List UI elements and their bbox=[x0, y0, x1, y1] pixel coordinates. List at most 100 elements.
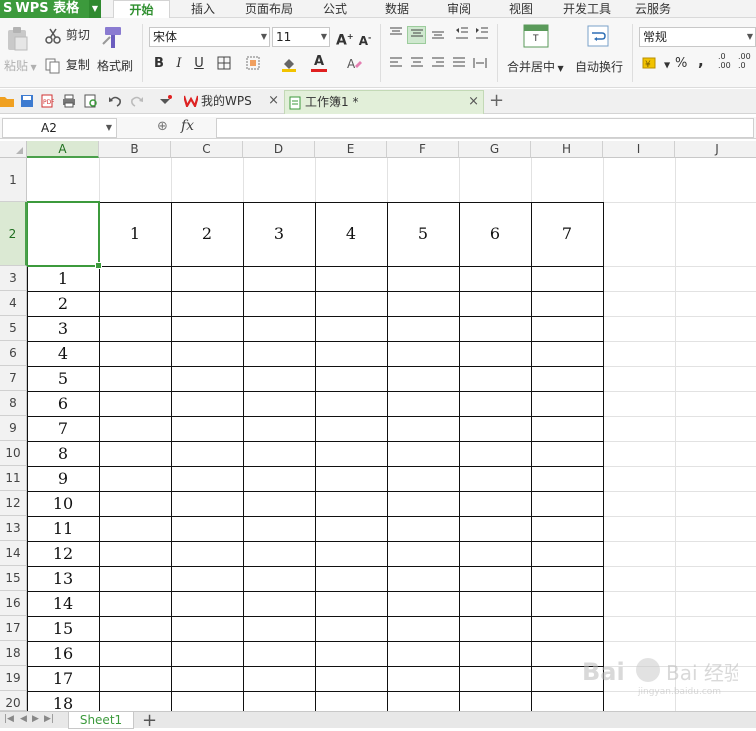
row-header-15[interactable]: 15 bbox=[0, 566, 27, 591]
distribute-button[interactable] bbox=[472, 57, 488, 73]
row-header-4[interactable]: 4 bbox=[0, 291, 27, 316]
open-folder-icon[interactable] bbox=[0, 94, 14, 108]
increase-decimal-button[interactable]: .0 .00 bbox=[718, 52, 736, 70]
row-header-3[interactable]: 3 bbox=[0, 266, 27, 291]
cell-grid[interactable]: 1 2 3 4 5 6 7 1 2 3 4 5 6 7 8 9 10 11 12 13 14 15 16 17 18 bbox=[27, 158, 756, 711]
column-header-g[interactable]: G bbox=[459, 141, 531, 158]
increase-indent-button[interactable] bbox=[474, 27, 490, 43]
format-painter-label[interactable]: 格式刷 bbox=[97, 57, 133, 74]
align-bottom-button[interactable] bbox=[430, 27, 446, 43]
decrease-font-button[interactable]: A- bbox=[357, 30, 373, 48]
close-tab-icon[interactable]: × bbox=[468, 91, 479, 113]
copy-button[interactable]: 复制 bbox=[44, 56, 90, 74]
row-header-13[interactable]: 13 bbox=[0, 516, 27, 541]
align-middle-button[interactable] bbox=[407, 26, 426, 44]
row-header-9[interactable]: 9 bbox=[0, 416, 27, 441]
select-all-button[interactable] bbox=[0, 141, 27, 158]
insert-function-button[interactable]: fx bbox=[181, 118, 194, 134]
tab-formulas[interactable]: 公式 bbox=[312, 0, 358, 18]
font-name-dropdown[interactable]: 宋体 ▼ bbox=[149, 27, 270, 47]
column-header-d[interactable]: D bbox=[243, 141, 315, 158]
row-header-1[interactable]: 1 bbox=[0, 158, 27, 202]
row-header-10[interactable]: 10 bbox=[0, 441, 27, 466]
customize-toolbar-icon[interactable] bbox=[158, 94, 172, 108]
tab-home[interactable]: 开始 bbox=[113, 0, 170, 19]
column-header-b[interactable]: B bbox=[99, 141, 171, 158]
row-header-7[interactable]: 7 bbox=[0, 366, 27, 391]
row-header-17[interactable]: 17 bbox=[0, 616, 27, 641]
row-header-16[interactable]: 16 bbox=[0, 591, 27, 616]
align-top-button[interactable] bbox=[388, 27, 404, 43]
row-header-20[interactable]: 20 bbox=[0, 691, 27, 711]
currency-format-button[interactable]: ¥ ▼ bbox=[642, 56, 670, 72]
tab-page-layout[interactable]: 页面布局 bbox=[238, 0, 300, 18]
underline-button[interactable]: U bbox=[191, 56, 207, 72]
align-left-button[interactable] bbox=[388, 57, 404, 73]
decrease-decimal-button[interactable]: .00 .0 bbox=[738, 52, 756, 70]
doc-tab-workbook1[interactable]: 工作簿1 * × bbox=[284, 90, 484, 114]
tab-cloud-services[interactable]: 云服务 bbox=[628, 0, 678, 18]
row-header-11[interactable]: 11 bbox=[0, 466, 27, 491]
row-header-12[interactable]: 12 bbox=[0, 491, 27, 516]
first-sheet-icon[interactable]: |◀ bbox=[4, 714, 14, 724]
find-function-icon[interactable]: ⊕ bbox=[157, 119, 168, 134]
cut-button[interactable]: 剪切 bbox=[44, 26, 90, 44]
row-header-5[interactable]: 5 bbox=[0, 316, 27, 341]
bold-button[interactable]: B bbox=[151, 56, 167, 72]
close-tab-icon[interactable]: × bbox=[268, 90, 279, 112]
row-header-18[interactable]: 18 bbox=[0, 641, 27, 666]
clear-format-button[interactable]: A bbox=[346, 56, 362, 72]
paste-label[interactable]: 粘贴 ▼ bbox=[4, 57, 37, 74]
italic-button[interactable]: I bbox=[171, 56, 187, 72]
app-menu-button[interactable]: S WPS 表格 ▼ bbox=[0, 0, 101, 18]
print-icon[interactable] bbox=[62, 94, 76, 108]
row-header-19[interactable]: 19 bbox=[0, 666, 27, 691]
tab-view[interactable]: 视图 bbox=[498, 0, 544, 18]
align-center-button[interactable] bbox=[409, 57, 425, 73]
name-box[interactable]: A2 ▼ bbox=[2, 118, 117, 138]
font-size-dropdown[interactable]: 11 ▼ bbox=[272, 27, 330, 47]
decrease-indent-button[interactable] bbox=[454, 27, 470, 43]
row-header-2[interactable]: 2 bbox=[0, 202, 27, 266]
column-header-c[interactable]: C bbox=[171, 141, 243, 158]
last-sheet-icon[interactable]: ▶| bbox=[44, 714, 54, 724]
save-icon[interactable] bbox=[20, 94, 34, 108]
percent-button[interactable]: % bbox=[675, 56, 687, 71]
wrap-text-icon-button[interactable] bbox=[587, 25, 609, 47]
row-header-6[interactable]: 6 bbox=[0, 341, 27, 366]
column-header-i[interactable]: I bbox=[603, 141, 675, 158]
align-right-button[interactable] bbox=[430, 57, 446, 73]
tab-review[interactable]: 审阅 bbox=[436, 0, 482, 18]
formula-input[interactable] bbox=[216, 118, 754, 138]
tab-insert[interactable]: 插入 bbox=[180, 0, 226, 18]
chevron-down-icon[interactable]: ▼ bbox=[89, 0, 101, 18]
sheet-tab-sheet1[interactable]: Sheet1 bbox=[68, 712, 134, 729]
wrap-text-button[interactable]: 自动换行 bbox=[575, 58, 623, 75]
paste-button[interactable] bbox=[4, 26, 30, 52]
merge-center-button[interactable]: 合并居中 ▼ bbox=[507, 58, 564, 75]
column-header-e[interactable]: E bbox=[315, 141, 387, 158]
justify-button[interactable] bbox=[451, 57, 467, 73]
prev-sheet-icon[interactable]: ◀ bbox=[20, 714, 27, 724]
fill-color-button[interactable] bbox=[281, 56, 297, 72]
row-header-14[interactable]: 14 bbox=[0, 541, 27, 566]
comma-style-button[interactable]: , bbox=[698, 52, 704, 70]
increase-font-button[interactable]: A+ bbox=[336, 29, 354, 49]
format-painter-button[interactable] bbox=[98, 24, 126, 50]
row-header-8[interactable]: 8 bbox=[0, 391, 27, 416]
borders-button[interactable] bbox=[216, 56, 232, 72]
tab-data[interactable]: 数据 bbox=[374, 0, 420, 18]
doc-tab-my-wps[interactable]: 我的WPS × bbox=[181, 90, 283, 114]
merge-center-icon-button[interactable]: T bbox=[523, 24, 549, 48]
print-preview-icon[interactable] bbox=[84, 94, 98, 108]
column-header-f[interactable]: F bbox=[387, 141, 459, 158]
new-tab-button[interactable]: + bbox=[489, 90, 504, 111]
tab-developer[interactable]: 开发工具 bbox=[556, 0, 618, 18]
font-color-button[interactable]: A bbox=[311, 54, 327, 72]
column-header-a[interactable]: A bbox=[27, 141, 99, 158]
column-header-j[interactable]: J bbox=[675, 141, 756, 158]
column-header-h[interactable]: H bbox=[531, 141, 603, 158]
next-sheet-icon[interactable]: ▶ bbox=[32, 714, 39, 724]
number-format-dropdown[interactable]: 常规 ▼ bbox=[639, 27, 756, 47]
undo-icon[interactable] bbox=[108, 94, 122, 108]
